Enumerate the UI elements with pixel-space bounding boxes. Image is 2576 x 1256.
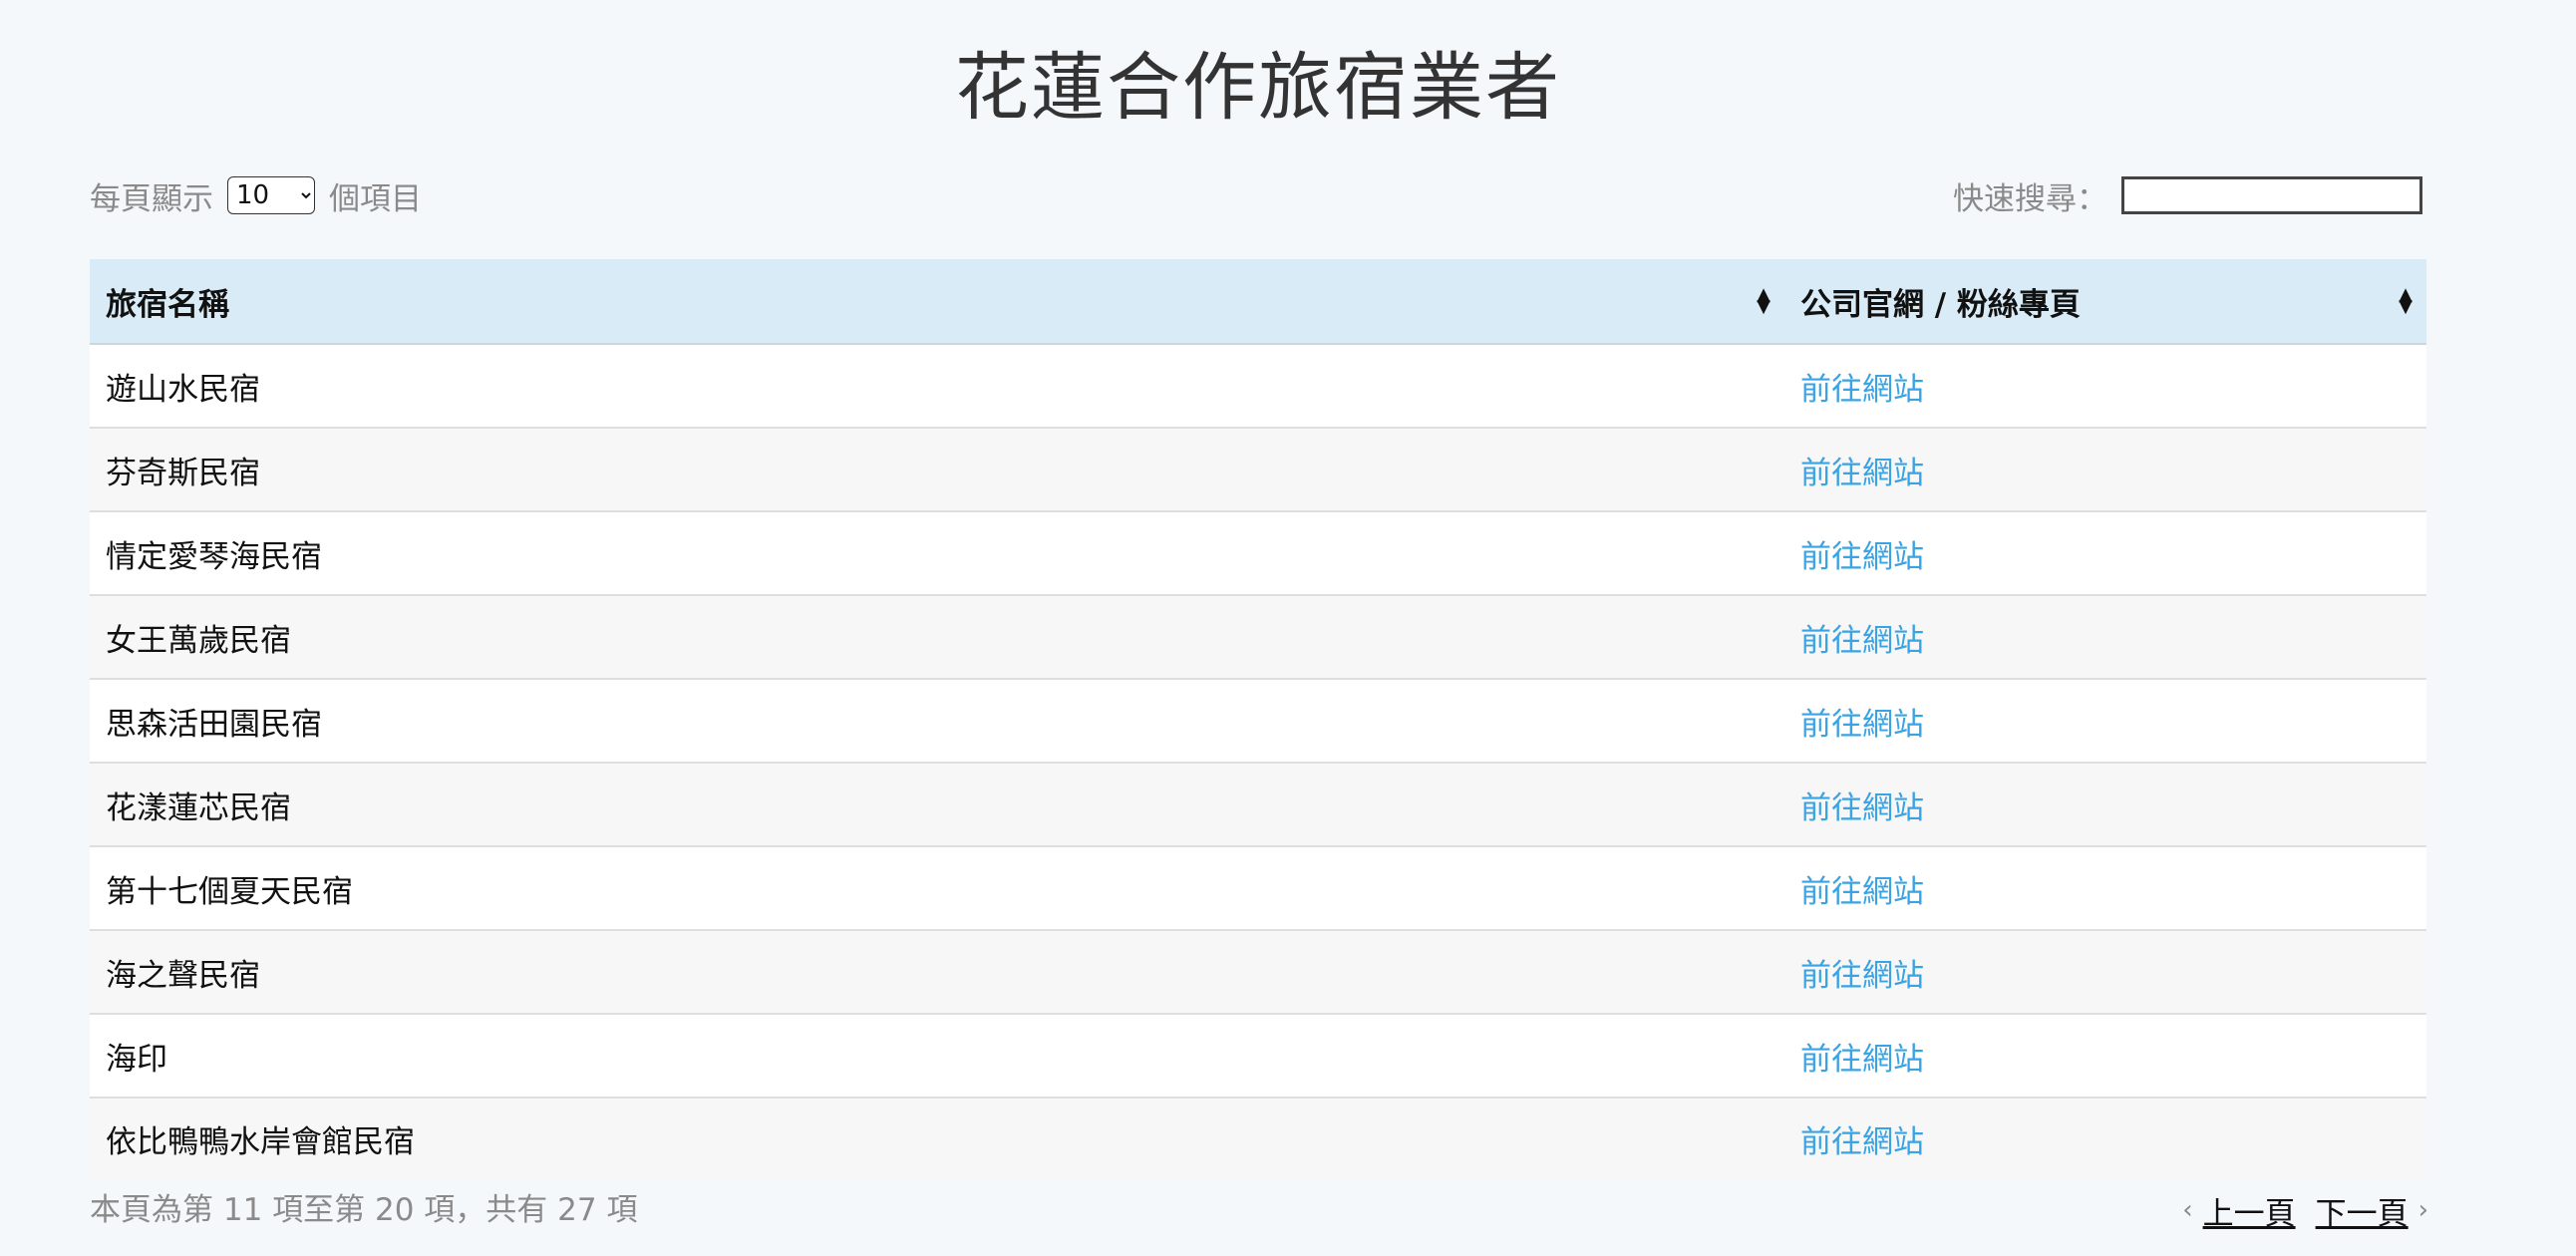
website-link[interactable]: 前往網站 bbox=[1800, 874, 1924, 910]
column-header-label: 旅宿名稱 bbox=[106, 286, 229, 323]
page-length-control: 每頁顯示 10 個項目 bbox=[90, 171, 422, 219]
table-row: 遊山水民宿 前往網站 bbox=[90, 344, 2426, 429]
website-cell: 前往網站 bbox=[1784, 1014, 2426, 1099]
table-row: 女王萬歲民宿 前往網站 bbox=[90, 595, 2426, 680]
column-header-website[interactable]: 公司官網 / 粉絲專頁 ▲ ▼ bbox=[1784, 259, 2426, 345]
lodging-name: 芬奇斯民宿 bbox=[90, 428, 1784, 512]
website-cell: 前往網站 bbox=[1784, 846, 2426, 931]
sort-icon[interactable]: ▲ ▼ bbox=[2399, 286, 2413, 316]
page-title: 花蓮合作旅宿業者 bbox=[955, 45, 1561, 131]
website-cell: 前往網站 bbox=[1784, 511, 2426, 596]
table-body: 遊山水民宿 前往網站 芬奇斯民宿 前往網站 情定愛琴海民宿 前往網站 女王萬歲民… bbox=[90, 344, 2426, 1178]
lodging-name: 依比鴨鴨水岸會館民宿 bbox=[90, 1098, 1784, 1178]
page-length-select[interactable]: 10 bbox=[227, 176, 315, 214]
table-row: 花漾蓮芯民宿 前往網站 bbox=[90, 763, 2426, 847]
website-cell: 前往網站 bbox=[1784, 344, 2426, 429]
website-link[interactable]: 前往網站 bbox=[1800, 539, 1924, 575]
website-link[interactable]: 前往網站 bbox=[1800, 790, 1924, 826]
lodging-name: 花漾蓮芯民宿 bbox=[90, 763, 1784, 847]
quick-search-input[interactable] bbox=[2121, 176, 2422, 214]
lodging-name: 海之聲民宿 bbox=[90, 930, 1784, 1015]
table-row: 情定愛琴海民宿 前往網站 bbox=[90, 511, 2426, 596]
quick-search-label: 快速搜尋： bbox=[1953, 180, 2107, 217]
website-cell: 前往網站 bbox=[1784, 595, 2426, 680]
website-cell: 前往網站 bbox=[1784, 930, 2426, 1015]
page-length-suffix: 個項目 bbox=[329, 180, 422, 217]
website-cell: 前往網站 bbox=[1784, 428, 2426, 512]
website-link[interactable]: 前往網站 bbox=[1800, 623, 1924, 659]
website-cell: 前往網站 bbox=[1784, 763, 2426, 847]
table-header-row: 旅宿名稱 ▲ ▼ 公司官網 / 粉絲專頁 ▲ ▼ bbox=[90, 259, 2426, 345]
chevron-right-icon[interactable]: › bbox=[2418, 1195, 2428, 1225]
website-cell: 前往網站 bbox=[1784, 679, 2426, 764]
lodging-name: 海印 bbox=[90, 1014, 1784, 1099]
website-link[interactable]: 前往網站 bbox=[1800, 456, 1924, 491]
quick-search: 快速搜尋： bbox=[1953, 171, 2422, 219]
table-row: 芬奇斯民宿 前往網站 bbox=[90, 428, 2426, 512]
column-header-label: 公司官網 / 粉絲專頁 bbox=[1800, 286, 2081, 323]
previous-page-button[interactable]: 上一頁 bbox=[2203, 1188, 2296, 1233]
table-row: 第十七個夏天民宿 前往網站 bbox=[90, 846, 2426, 931]
lodging-name: 女王萬歲民宿 bbox=[90, 595, 1784, 680]
table-row: 思森活田園民宿 前往網站 bbox=[90, 679, 2426, 764]
table-info: 本頁為第 11 項至第 20 項，共有 27 項 bbox=[90, 1192, 638, 1228]
website-cell: 前往網站 bbox=[1784, 1098, 2426, 1178]
sort-icon[interactable]: ▲ ▼ bbox=[1757, 286, 1771, 316]
lodging-name: 思森活田園民宿 bbox=[90, 679, 1784, 764]
table-row: 海印 前往網站 bbox=[90, 1014, 2426, 1099]
column-header-name[interactable]: 旅宿名稱 ▲ ▼ bbox=[90, 259, 1784, 345]
website-link[interactable]: 前往網站 bbox=[1800, 1124, 1924, 1160]
page: 花蓮合作旅宿業者 每頁顯示 10 個項目 快速搜尋： 旅宿名稱 ▲ ▼ 公司官網 … bbox=[0, 0, 2576, 1256]
pagination: ‹ 上一頁 下一頁 › bbox=[2182, 1186, 2428, 1234]
chevron-left-icon[interactable]: ‹ bbox=[2182, 1195, 2192, 1225]
lodging-name: 遊山水民宿 bbox=[90, 344, 1784, 429]
next-page-button[interactable]: 下一頁 bbox=[2316, 1188, 2409, 1233]
website-link[interactable]: 前往網站 bbox=[1800, 958, 1924, 994]
table-row: 依比鴨鴨水岸會館民宿 前往網站 bbox=[90, 1098, 2426, 1178]
lodging-table: 旅宿名稱 ▲ ▼ 公司官網 / 粉絲專頁 ▲ ▼ 遊山水民宿 前往網站 芬奇斯民宿 … bbox=[90, 259, 2426, 1178]
page-length-prefix: 每頁顯示 bbox=[90, 180, 213, 217]
website-link[interactable]: 前往網站 bbox=[1800, 1042, 1924, 1078]
website-link[interactable]: 前往網站 bbox=[1800, 707, 1924, 743]
table-row: 海之聲民宿 前往網站 bbox=[90, 930, 2426, 1015]
lodging-name: 情定愛琴海民宿 bbox=[90, 511, 1784, 596]
lodging-name: 第十七個夏天民宿 bbox=[90, 846, 1784, 931]
website-link[interactable]: 前往網站 bbox=[1800, 372, 1924, 408]
